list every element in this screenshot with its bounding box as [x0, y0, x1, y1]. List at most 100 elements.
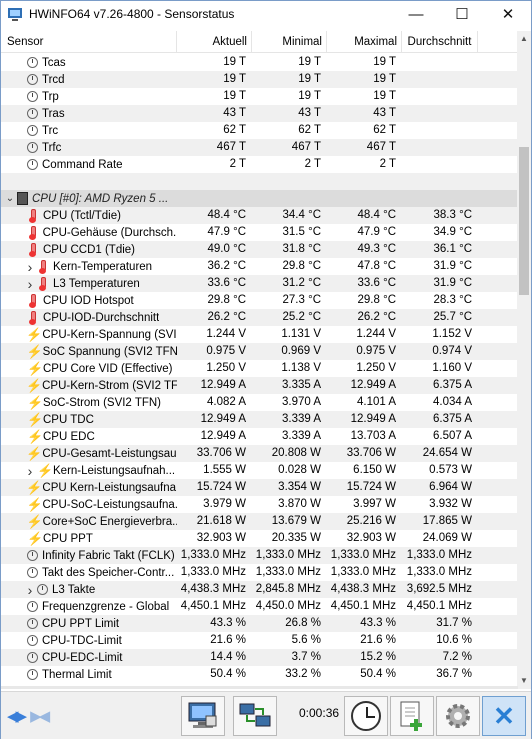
- clock-icon: [27, 125, 38, 136]
- expand-chevron-icon[interactable]: ›: [25, 276, 35, 292]
- sensor-name-cell: Thermal Limit: [1, 666, 177, 683]
- sensor-row[interactable]: ⚡ CPU Kern-Leistungsaufna... 15.724 W 3.354…: [1, 479, 518, 496]
- scroll-up-arrow-icon[interactable]: ▲: [517, 31, 531, 47]
- vertical-scrollbar[interactable]: ▲ ▼: [517, 31, 531, 689]
- sensor-label: SoC Spannung (SVI2 TFN): [42, 345, 177, 358]
- sensor-row[interactable]: Infinity Fabric Takt (FCLK) 1,333.0 MHz 1,…: [1, 547, 518, 564]
- thermometer-icon: [27, 311, 39, 325]
- column-average[interactable]: Durchschnitt: [402, 31, 478, 53]
- sensor-row[interactable]: CPU-EDC-Limit 14.4 % 3.7 % 15.2 % 7.2 %: [1, 649, 518, 666]
- average-value: 4.034 A: [432, 396, 472, 408]
- current-value: 1.555 W: [203, 464, 246, 476]
- clock-icon: [27, 74, 38, 85]
- sensor-row[interactable]: ⚡ Core+SoC Energieverbra... 21.618 W 13.679…: [1, 513, 518, 530]
- sensor-row[interactable]: CPU-Gehäuse (Durchsch... 47.9 °C 31.5 °C 47…: [1, 224, 518, 241]
- minimum-value: 0.969 V: [281, 345, 321, 357]
- sensor-row[interactable]: CPU CCD1 (Tdie) 49.0 °C 31.8 °C 49.3 °C 36.1…: [1, 241, 518, 258]
- close-window-button[interactable]: ✕: [485, 1, 531, 27]
- current-value: 3.979 W: [203, 498, 246, 510]
- sensor-row[interactable]: ⚡ CPU-SoC-Leistungsaufna... 3.979 W 3.870 W…: [1, 496, 518, 513]
- sensor-name-cell: Tcas: [1, 54, 177, 71]
- sensor-row[interactable]: CPU-IOD-Durchschnitt 26.2 °C 25.2 °C 26.2 °…: [1, 309, 518, 326]
- sensor-row[interactable]: ⚡ SoC Spannung (SVI2 TFN) 0.975 V 0.969 V 0.…: [1, 343, 518, 360]
- sensor-row[interactable]: ⚡ CPU EDC 12.949 A 3.339 A 13.703 A 6.507 A: [1, 428, 518, 445]
- expand-chevron-icon[interactable]: ›: [25, 259, 35, 275]
- sensor-group-row[interactable]: ⌄ CPU [#0]: AMD Ryzen 5 ...: [1, 190, 518, 207]
- sensor-name-cell: ⚡ CPU-SoC-Leistungsaufna...: [1, 496, 177, 513]
- sensor-row[interactable]: ⚡ CPU-Kern-Strom (SVI2 TFN) 12.949 A 3.335 …: [1, 377, 518, 394]
- maximum-value: 0.975 V: [356, 345, 396, 357]
- column-minimum[interactable]: Minimal: [252, 31, 327, 53]
- sensor-row[interactable]: ⚡ CPU Core VID (Effective) 1.250 V 1.138 V 1…: [1, 360, 518, 377]
- sensor-row[interactable]: CPU IOD Hotspot 29.8 °C 27.3 °C 29.8 °C 28.3…: [1, 292, 518, 309]
- maximize-button[interactable]: ☐: [439, 1, 485, 27]
- network-monitor-button[interactable]: [181, 696, 225, 736]
- sensor-row[interactable]: ⚡ CPU TDC 12.949 A 3.339 A 12.949 A 6.375 A: [1, 411, 518, 428]
- sensor-name-cell: ⌄ CPU [#0]: AMD Ryzen 5 ...: [1, 190, 177, 207]
- average-value: 36.1 °C: [433, 243, 472, 255]
- sensor-row[interactable]: › ⚡ Kern-Leistungsaufnah... 1.555 W 0.028 W 6…: [1, 462, 518, 479]
- sensor-row[interactable]: › L3 Temperaturen 33.6 °C 31.2 °C 33.6 °C 31.…: [1, 275, 518, 292]
- current-value: 50.4 %: [210, 668, 246, 680]
- clock-icon: [27, 91, 38, 102]
- column-sensor[interactable]: Sensor: [1, 31, 177, 53]
- sensor-row[interactable]: Trc 62 T 62 T 62 T: [1, 122, 518, 139]
- bolt-icon: ⚡: [27, 395, 44, 410]
- sensor-row[interactable]: Thermal Limit 50.4 % 33.2 % 50.4 % 36.7 %: [1, 666, 518, 683]
- sensor-row[interactable]: ⚡ CPU-Kern-Spannung (SVI... 1.244 V 1.131 V…: [1, 326, 518, 343]
- column-current[interactable]: Aktuell: [177, 31, 252, 53]
- current-value: 4.082 A: [206, 396, 246, 408]
- expand-chevron-icon[interactable]: ›: [25, 463, 35, 479]
- sensor-row[interactable]: CPU PPT Limit 43.3 % 26.8 % 43.3 % 31.7 %: [1, 615, 518, 632]
- sensor-row[interactable]: Command Rate 2 T 2 T 2 T: [1, 156, 518, 173]
- settings-button[interactable]: [436, 696, 480, 736]
- sensor-name-cell: › L3 Takte: [1, 581, 177, 598]
- minimum-value: 26.8 %: [285, 617, 321, 629]
- current-value: 1,333.0 MHz: [180, 566, 246, 578]
- sensor-row[interactable]: ⚡ CPU-Gesamt-Leistungsau... 33.706 W 20.808…: [1, 445, 518, 462]
- sensor-label: Infinity Fabric Takt (FCLK): [42, 549, 175, 562]
- maximum-value: 47.9 °C: [357, 226, 396, 238]
- sensor-row[interactable]: Tras 43 T 43 T 43 T: [1, 105, 518, 122]
- sensor-row[interactable]: [1, 173, 518, 190]
- horizontal-scrollbar[interactable]: [1, 686, 518, 689]
- reset-timer-button[interactable]: [344, 696, 388, 736]
- sensor-row[interactable]: Tcas 19 T 19 T 19 T: [1, 54, 518, 71]
- sensor-label: CPU Core VID (Effective): [43, 362, 173, 375]
- clock-icon: [27, 550, 38, 561]
- scrollbar-thumb[interactable]: [519, 147, 529, 295]
- expand-arrows-icon[interactable]: ◀▶: [7, 707, 27, 725]
- network-share-button[interactable]: [233, 696, 277, 736]
- sensor-row[interactable]: ⚡ CPU PPT 32.903 W 20.335 W 32.903 W 24.069 W: [1, 530, 518, 547]
- scroll-down-arrow-icon[interactable]: ▼: [517, 673, 531, 689]
- sensor-row[interactable]: › L3 Takte 4,438.3 MHz 2,845.8 MHz 4,438.3 M…: [1, 581, 518, 598]
- column-maximum[interactable]: Maximal: [327, 31, 402, 53]
- sensor-row[interactable]: Takt des Speicher-Contr... 1,333.0 MHz 1,3…: [1, 564, 518, 581]
- sensor-name-cell: › Kern-Temperaturen: [1, 258, 177, 275]
- minimize-button[interactable]: —: [393, 1, 439, 27]
- sensor-row[interactable]: Frequenzgrenze - Global 4,450.1 MHz 4,450.…: [1, 598, 518, 615]
- sensor-row[interactable]: Trcd 19 T 19 T 19 T: [1, 71, 518, 88]
- sensor-row[interactable]: CPU (Tctl/Tdie) 48.4 °C 34.4 °C 48.4 °C 38.3…: [1, 207, 518, 224]
- sensor-row[interactable]: ⚡ SoC-Strom (SVI2 TFN) 4.082 A 3.970 A 4.101…: [1, 394, 518, 411]
- sensor-label: Trcd: [42, 73, 65, 86]
- current-value: 1,333.0 MHz: [180, 549, 246, 561]
- minimum-value: [252, 190, 327, 207]
- expand-chevron-icon[interactable]: ›: [25, 582, 35, 598]
- sensor-row[interactable]: › Kern-Temperaturen 36.2 °C 29.8 °C 47.8 °C 3…: [1, 258, 518, 275]
- sensor-row[interactable]: Trfc 467 T 467 T 467 T: [1, 139, 518, 156]
- current-value: 4,450.1 MHz: [180, 600, 246, 612]
- sensor-name-cell: ⚡ CPU Core VID (Effective): [1, 360, 177, 377]
- bolt-icon: ⚡: [27, 412, 44, 427]
- sensor-name-cell: ⚡ CPU-Gesamt-Leistungsau...: [1, 445, 177, 462]
- close-sensors-button[interactable]: ✕: [482, 696, 526, 736]
- logging-button[interactable]: [390, 696, 434, 736]
- maximum-value: 19 T: [373, 73, 396, 85]
- collapse-chevron-icon[interactable]: ⌄: [5, 193, 15, 204]
- sensor-label: CPU IOD Hotspot: [43, 294, 134, 307]
- network-icon: [239, 703, 271, 727]
- collapse-arrows-icon[interactable]: ▶◀: [30, 707, 50, 725]
- sensor-label: Trp: [42, 90, 59, 103]
- sensor-row[interactable]: CPU-TDC-Limit 21.6 % 5.6 % 21.6 % 10.6 %: [1, 632, 518, 649]
- sensor-row[interactable]: Trp 19 T 19 T 19 T: [1, 88, 518, 105]
